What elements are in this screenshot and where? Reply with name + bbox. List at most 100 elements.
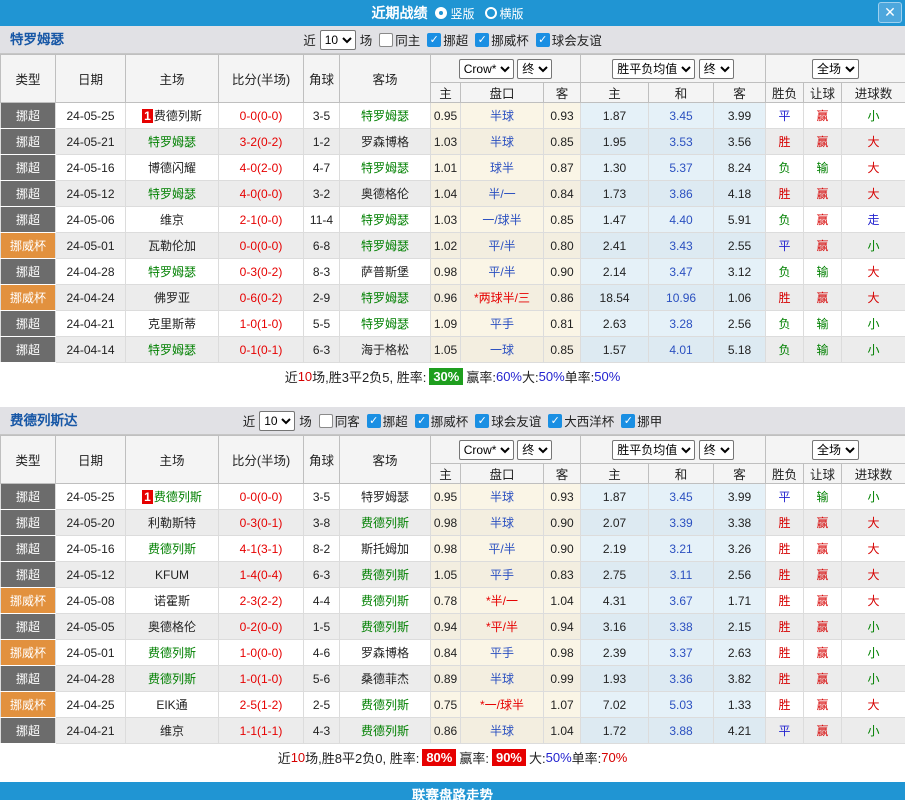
avg-away-cell: 3.82: [714, 666, 766, 692]
radio-unselected-icon: [485, 7, 497, 19]
wdw-average-select[interactable]: 胜平负均值: [612, 440, 695, 460]
match-row: 挪超24-05-06维京2-1(0-0)11-4特罗姆瑟1.03一/球半0.85…: [1, 207, 905, 233]
period-select[interactable]: 全场: [812, 59, 859, 79]
divider: [0, 771, 905, 782]
result-group-header: 全场: [766, 436, 905, 464]
match-row: 挪超24-05-16费德列斯4-1(3-1)8-2斯托姆加0.98平/半0.90…: [1, 536, 905, 562]
score-cell: 0-0(0-0): [219, 484, 304, 510]
odds-away-cell: 0.83: [544, 562, 581, 588]
score-cell: 1-1(1-1): [219, 718, 304, 744]
avg-home-cell: 3.16: [581, 614, 649, 640]
avg-draw-cell: 3.43: [649, 233, 714, 259]
corners-cell: 1-5: [304, 614, 340, 640]
handicap-cell: 一/球半: [461, 207, 544, 233]
summary-segment: 10: [298, 369, 312, 384]
goals-result-cell: 小: [842, 484, 905, 510]
away-team-cell: 斯托姆加: [340, 536, 431, 562]
handicap-result-cell: 赢: [804, 510, 842, 536]
odds-stage-select[interactable]: 终: [517, 59, 552, 79]
score-cell: 1-4(0-4): [219, 562, 304, 588]
date-cell: 24-04-21: [56, 311, 126, 337]
rank-badge: 1: [142, 490, 153, 504]
same-venue-checkbox[interactable]: 同主: [379, 30, 420, 49]
corners-cell: 6-3: [304, 337, 340, 363]
view-option-vertical[interactable]: 竖版: [435, 5, 474, 22]
handicap-cell: 半球: [461, 129, 544, 155]
league-filter-checkbox-label: 挪超: [383, 411, 408, 430]
league-type-cell: 挪威杯: [1, 692, 56, 718]
wdw-stage-select[interactable]: 终: [699, 440, 734, 460]
handicap-cell: 半球: [461, 484, 544, 510]
wdw-average-select[interactable]: 胜平负均值: [612, 59, 695, 79]
handicap-result-cell: 赢: [804, 285, 842, 311]
odds-home-cell: 0.98: [431, 510, 461, 536]
col-type: 类型: [1, 55, 56, 103]
corners-cell: 4-7: [304, 155, 340, 181]
bookmaker-select[interactable]: Crow*: [459, 440, 514, 460]
corners-cell: 8-2: [304, 536, 340, 562]
handicap-result-cell: 输: [804, 259, 842, 285]
footer-title[interactable]: 联赛盘路走势: [412, 784, 493, 800]
league-filter-checkbox[interactable]: ✓球会友谊: [536, 30, 602, 49]
avg-home-cell: 4.31: [581, 588, 649, 614]
handicap-cell: 半球: [461, 103, 544, 129]
league-filter-checkbox[interactable]: ✓挪威杯: [415, 411, 469, 430]
date-cell: 24-05-12: [56, 562, 126, 588]
wdl-result-cell: 胜: [766, 588, 804, 614]
away-team-name: 特罗姆瑟: [361, 291, 409, 305]
period-select[interactable]: 全场: [812, 440, 859, 460]
handicap-result-cell: 赢: [804, 207, 842, 233]
league-filter-checkbox[interactable]: ✓挪超: [367, 411, 408, 430]
league-type-cell: 挪超: [1, 259, 56, 285]
score-cell: 1-0(0-0): [219, 640, 304, 666]
wdl-result-cell: 平: [766, 233, 804, 259]
date-cell: 24-05-21: [56, 129, 126, 155]
league-filter-checkbox[interactable]: ✓挪超: [427, 30, 468, 49]
home-team-name: 费德列斯: [154, 490, 202, 504]
away-team-name: 特罗姆瑟: [361, 239, 409, 253]
avg-group-header: 胜平负均值 终: [581, 436, 766, 464]
wdw-stage-select[interactable]: 终: [699, 59, 734, 79]
corners-cell: 5-5: [304, 311, 340, 337]
col-odds-away: 客: [544, 83, 581, 103]
checkbox-unchecked-icon: [379, 33, 393, 47]
summary-segment: 80%: [422, 749, 456, 766]
summary-segment: 70%: [601, 750, 627, 765]
avg-home-cell: 1.87: [581, 103, 649, 129]
odds-home-cell: 0.94: [431, 614, 461, 640]
odds-stage-select[interactable]: 终: [517, 440, 552, 460]
odds-away-cell: 0.85: [544, 129, 581, 155]
score-cell: 0-0(0-0): [219, 103, 304, 129]
view-option-horizontal[interactable]: 横版: [485, 5, 524, 22]
bookmaker-select[interactable]: Crow*: [459, 59, 514, 79]
score-cell: 0-0(0-0): [219, 233, 304, 259]
league-filter-checkbox[interactable]: ✓大西洋杯: [548, 411, 614, 430]
odds-home-cell: 1.03: [431, 207, 461, 233]
wdl-result-cell: 胜: [766, 692, 804, 718]
league-filter-checkbox-label: 挪威杯: [431, 411, 469, 430]
away-team-name: 费德列斯: [361, 620, 409, 634]
league-filter-checkbox[interactable]: ✓挪甲: [621, 411, 662, 430]
summary-segment: 90%: [492, 749, 526, 766]
league-filter-checkbox[interactable]: ✓挪威杯: [475, 30, 529, 49]
wdl-result-cell: 胜: [766, 129, 804, 155]
handicap-result-cell: 赢: [804, 562, 842, 588]
away-team-name: 费德列斯: [361, 594, 409, 608]
corners-cell: 2-5: [304, 692, 340, 718]
league-filter-checkbox[interactable]: ✓球会友谊: [475, 411, 541, 430]
date-cell: 24-04-28: [56, 259, 126, 285]
goals-result-cell: 小: [842, 311, 905, 337]
avg-draw-cell: 3.88: [649, 718, 714, 744]
col-avg-draw: 和: [649, 83, 714, 103]
avg-draw-cell: 3.36: [649, 666, 714, 692]
col-avg-away: 客: [714, 464, 766, 484]
recent-count-select[interactable]: 10: [320, 30, 356, 50]
odds-home-cell: 0.78: [431, 588, 461, 614]
same-venue-checkbox[interactable]: 同客: [319, 411, 360, 430]
section-head-fredrikstad: 费德列斯达 近10场同客✓挪超✓挪威杯✓球会友谊✓大西洋杯✓挪甲: [0, 407, 905, 435]
dialog-title: 近期战绩: [371, 3, 427, 23]
home-team-cell: 费德列斯: [126, 536, 219, 562]
recent-count-select[interactable]: 10: [259, 411, 295, 431]
league-type-cell: 挪威杯: [1, 640, 56, 666]
close-icon[interactable]: ✕: [878, 2, 902, 23]
